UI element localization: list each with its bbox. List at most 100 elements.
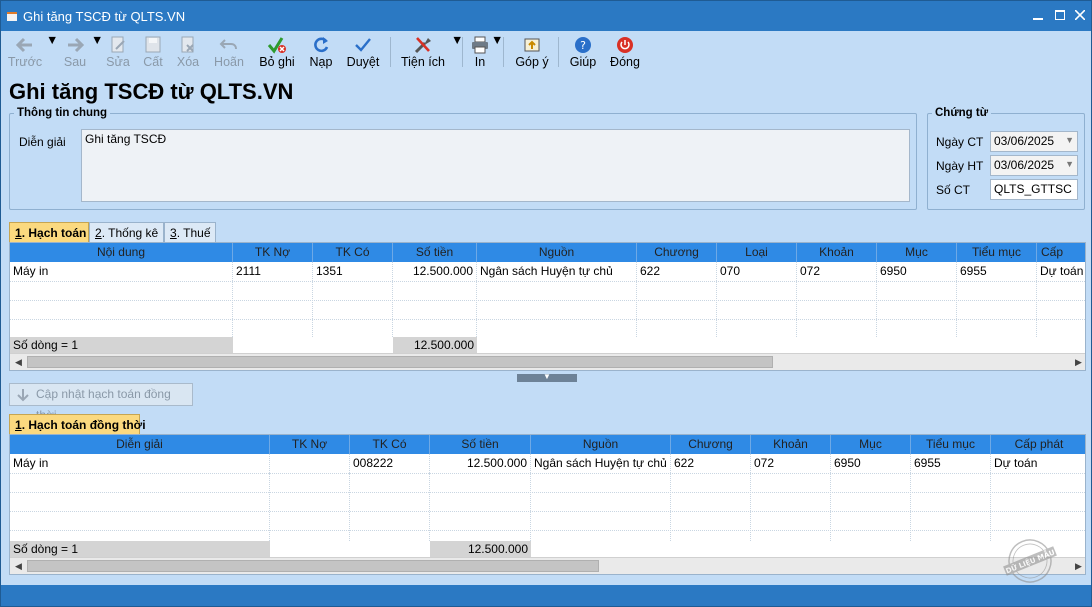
arrow-down-icon — [17, 389, 29, 402]
table-cell[interactable]: 6955 — [957, 262, 1037, 281]
feedback-button[interactable]: Góp ý — [513, 33, 551, 71]
empty-cell[interactable] — [477, 281, 637, 337]
table-cell[interactable] — [270, 454, 350, 473]
col-header-source[interactable]: Nguồn — [531, 435, 671, 454]
table-cell[interactable]: 12.500.000 — [393, 262, 477, 281]
horizontal-scrollbar[interactable]: ◀ ▶ — [10, 557, 1085, 574]
tab-tax[interactable]: 3. Thuế — [164, 222, 216, 242]
table-cell[interactable]: 008222 — [350, 454, 430, 473]
col-header-level[interactable]: Cấp — [1037, 243, 1085, 262]
empty-cell[interactable] — [393, 281, 477, 337]
grid-header: Nội dung TK Nợ TK Có Số tiền Nguồn Chươn… — [10, 243, 1085, 262]
chevron-down-icon[interactable]: ▼ — [1065, 159, 1074, 169]
scroll-right-icon[interactable]: ▶ — [1070, 354, 1085, 370]
voucher-date-value: 03/06/2025 — [994, 134, 1055, 148]
utilities-button[interactable]: Tiện ích — [399, 33, 447, 71]
table-cell[interactable]: 072 — [751, 454, 831, 473]
next-dropdown-icon[interactable]: ▼ — [91, 33, 103, 71]
col-header-amount[interactable]: Số tiền — [430, 435, 531, 454]
voucher-number-field[interactable]: QLTS_GTTSC — [990, 179, 1078, 200]
table-cell[interactable]: Ngân sách Huyện tự chủ — [477, 262, 637, 281]
scroll-left-icon[interactable]: ◀ — [10, 354, 27, 370]
tab-statistics[interactable]: 2. Thống kê — [89, 222, 164, 242]
horizontal-scrollbar[interactable]: ◀ ▶ — [10, 353, 1085, 370]
delete-button[interactable]: Xóa — [173, 33, 203, 71]
col-header-debit[interactable]: TK Nợ — [270, 435, 350, 454]
status-bar — [1, 585, 1091, 606]
col-header-description[interactable]: Diễn giải — [10, 435, 270, 454]
chevron-down-icon[interactable]: ▼ — [1065, 135, 1074, 145]
save-button[interactable]: Cất — [138, 33, 168, 71]
page-title: Ghi tăng TSCĐ từ QLTS.VN — [9, 79, 294, 104]
unpost-button[interactable]: Bỏ ghi — [257, 33, 297, 71]
table-cell[interactable]: 6955 — [911, 454, 991, 473]
empty-cell[interactable] — [313, 281, 393, 337]
empty-cell[interactable] — [717, 281, 797, 337]
table-cell[interactable]: Ngân sách Huyện tự chủ — [531, 454, 671, 473]
col-header-credit[interactable]: TK Có — [350, 435, 430, 454]
table-cell[interactable]: 2111 — [233, 262, 313, 281]
prev-dropdown-icon[interactable]: ▼ — [46, 33, 58, 71]
next-button[interactable]: Sau — [57, 33, 93, 71]
scroll-left-icon[interactable]: ◀ — [10, 558, 27, 574]
scroll-right-icon[interactable]: ▶ — [1070, 558, 1085, 574]
col-header-section[interactable]: Mục — [831, 435, 911, 454]
col-header-item[interactable]: Khoản — [797, 243, 877, 262]
table-cell[interactable]: Dự toán — [1037, 262, 1085, 281]
empty-cell[interactable] — [10, 281, 233, 337]
table-cell[interactable]: Máy in — [10, 454, 270, 473]
reload-button[interactable]: Nạp — [307, 33, 335, 71]
empty-cell[interactable] — [797, 281, 877, 337]
update-concurrent-entry-button[interactable]: Cập nhật hạch toán đồng thời — [9, 383, 193, 422]
col-header-chapter[interactable]: Chương — [671, 435, 751, 454]
approve-button[interactable]: Duyệt — [345, 33, 381, 71]
prev-button[interactable]: Trước — [7, 33, 43, 71]
voucher-date-field[interactable]: 03/06/2025 ▼ — [990, 131, 1078, 152]
table-cell[interactable]: 6950 — [831, 454, 911, 473]
table-cell[interactable]: 072 — [797, 262, 877, 281]
svg-text:?: ? — [580, 39, 586, 52]
scrollbar-thumb[interactable] — [27, 560, 599, 572]
window-close-button[interactable] — [1067, 5, 1092, 27]
col-header-amount[interactable]: Số tiền — [393, 243, 477, 262]
col-header-content[interactable]: Nội dung — [10, 243, 233, 262]
empty-cell[interactable] — [957, 281, 1037, 337]
scrollbar-thumb[interactable] — [27, 356, 773, 368]
empty-cell[interactable] — [637, 281, 717, 337]
col-header-source[interactable]: Nguồn — [477, 243, 637, 262]
empty-cell[interactable] — [877, 281, 957, 337]
undo-button[interactable]: Hoãn — [211, 33, 247, 71]
print-dropdown-icon[interactable]: ▼ — [491, 33, 503, 71]
edit-button[interactable]: Sửa — [103, 33, 133, 71]
description-field[interactable]: Ghi tăng TSCĐ — [81, 129, 910, 202]
utilities-dropdown-icon[interactable]: ▼ — [451, 33, 463, 71]
row-divider — [10, 281, 1085, 282]
table-cell[interactable]: Dự toán — [991, 454, 1085, 473]
col-header-subsection[interactable]: Tiểu mục — [911, 435, 991, 454]
close-button[interactable]: Đóng — [608, 33, 642, 71]
tab-concurrent-accounting[interactable]: 1. Hạch toán đồng thời — [9, 414, 146, 434]
table-cell[interactable]: 070 — [717, 262, 797, 281]
help-button[interactable]: ? Giúp — [567, 33, 599, 71]
col-header-subsection[interactable]: Tiểu mục — [957, 243, 1037, 262]
table-cell[interactable]: 12.500.000 — [430, 454, 531, 473]
splitter-handle[interactable]: ▼ — [517, 372, 577, 382]
col-header-section[interactable]: Mục — [877, 243, 957, 262]
table-cell[interactable]: 6950 — [877, 262, 957, 281]
posting-date-field[interactable]: 03/06/2025 ▼ — [990, 155, 1078, 176]
col-header-allocation[interactable]: Cấp phát — [991, 435, 1085, 454]
table-cell[interactable]: 622 — [637, 262, 717, 281]
toolbar-separator — [503, 37, 504, 67]
col-header-chapter[interactable]: Chương — [637, 243, 717, 262]
col-header-credit[interactable]: TK Có — [313, 243, 393, 262]
tab-accounting[interactable]: 1. Hạch toán — [9, 222, 89, 242]
empty-cell[interactable] — [233, 281, 313, 337]
table-cell[interactable]: 1351 — [313, 262, 393, 281]
col-header-item[interactable]: Khoản — [751, 435, 831, 454]
posting-date-value: 03/06/2025 — [994, 158, 1055, 172]
table-cell[interactable]: Máy in — [10, 262, 233, 281]
col-header-debit[interactable]: TK Nợ — [233, 243, 313, 262]
print-button[interactable]: In — [467, 33, 493, 71]
table-cell[interactable]: 622 — [671, 454, 751, 473]
col-header-type[interactable]: Loại — [717, 243, 797, 262]
